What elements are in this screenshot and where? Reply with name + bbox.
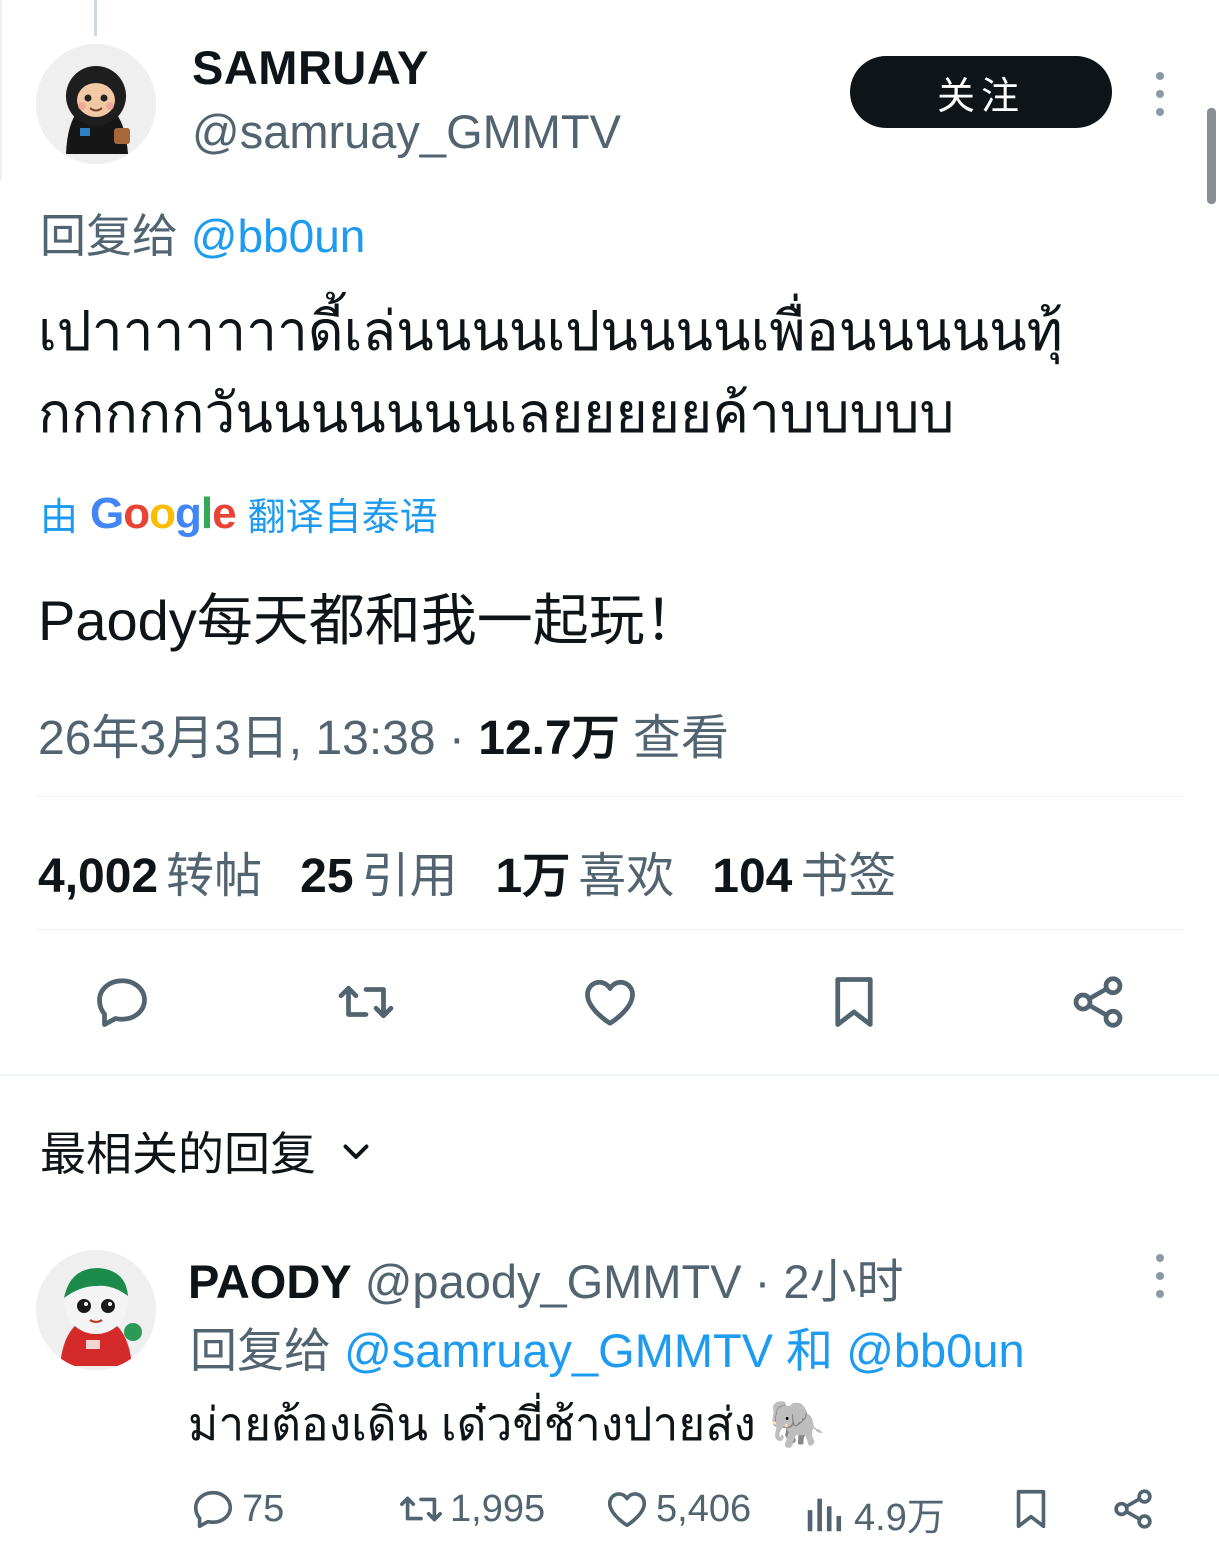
views-count: 12.7万 <box>478 712 620 765</box>
retweet-icon <box>400 1496 442 1522</box>
reply-author-avatar[interactable] <box>36 1250 156 1370</box>
translated-by-suffix: 翻译自泰语 <box>247 497 438 539</box>
tweet-text: เปาาาาาาาดี้เล่นนนนเปนนนนเพื่อนนนนนทุ้ ก… <box>38 290 1178 454</box>
google-logo: Google <box>90 488 237 538</box>
reply-to-mention[interactable]: @bb0un <box>191 210 366 262</box>
reply-retweets-count: 1,995 <box>450 1487 546 1530</box>
divider <box>36 796 1184 797</box>
reply-reply-button[interactable]: 75 <box>190 1486 284 1532</box>
reply-bookmark-button[interactable] <box>1008 1486 1054 1532</box>
translated-text: Paody每天都和我一起玩！ <box>38 589 701 652</box>
follow-button[interactable]: 关注 <box>850 56 1112 128</box>
retweets-stat[interactable]: 4,002 转帖 <box>38 836 262 906</box>
quotes-count: 25 <box>300 850 354 903</box>
reply-views-button[interactable]: 4.9万 <box>802 1486 945 1541</box>
reply-retweet-button[interactable]: 1,995 <box>398 1486 545 1532</box>
thread-connector-line <box>94 0 97 36</box>
reply-time[interactable]: · 2小时 <box>755 1255 904 1308</box>
quotes-stat[interactable]: 25 引用 <box>300 836 457 906</box>
like-icon[interactable] <box>580 972 640 1032</box>
reply-like-button[interactable]: 5,406 <box>604 1486 751 1532</box>
reply-replyto-line: 回复给 @samruay_GMMTV 和 @bb0un <box>190 1312 1025 1381</box>
scrollbar-thumb[interactable] <box>1207 108 1216 204</box>
engagement-stats: 4,002 转帖 25 引用 1万 喜欢 104 书签 <box>38 836 896 906</box>
reply-mention-1[interactable]: @samruay_GMMTV <box>344 1324 773 1377</box>
views-label: 查看 <box>633 712 730 765</box>
tweet-text-line1: เปาาาาาาาดี้เล่นนนนเปนนนนเพื่อนนนนนทุ้ <box>38 300 1063 362</box>
reply-header: PAODY @paody_GMMTV · 2小时 <box>188 1243 903 1312</box>
author-name[interactable]: SAMRUAY <box>192 40 429 95</box>
likes-count: 1万 <box>495 850 571 903</box>
retweet-icon[interactable] <box>336 972 396 1032</box>
likes-stat[interactable]: 1万 喜欢 <box>496 836 675 906</box>
like-icon <box>607 1492 647 1528</box>
bookmark-icon <box>1016 1489 1046 1529</box>
bookmark-icon[interactable] <box>824 972 884 1032</box>
reply-text: ม่ายต้องเดิน เด๋วขี่ช้างปายส่ง 🐘 <box>188 1398 826 1450</box>
translated-by-google[interactable]: 由 Google 翻译自泰语 <box>40 486 438 541</box>
reply-to-prefix: 回复给 <box>40 210 178 262</box>
reply-likes-count: 5,406 <box>656 1487 752 1530</box>
thread-left-rule <box>0 0 2 180</box>
likes-label: 喜欢 <box>578 850 675 903</box>
reply-icon <box>193 1490 233 1529</box>
bookmarks-stat[interactable]: 104 书签 <box>712 836 896 906</box>
section-separator <box>0 1074 1219 1076</box>
reply-author-handle[interactable]: @paody_GMMTV <box>365 1255 742 1308</box>
author-handle[interactable]: @samruay_GMMTV <box>192 104 621 159</box>
replies-sort-dropdown[interactable]: 最相关的回复 <box>40 1118 374 1184</box>
reply-share-button[interactable] <box>1110 1486 1156 1532</box>
reply-views-count: 4.9万 <box>854 1497 945 1539</box>
bookmarks-count: 104 <box>712 850 793 903</box>
quotes-label: 引用 <box>361 850 458 903</box>
replies-sort-label: 最相关的回复 <box>40 1128 316 1180</box>
reply-replyto-prefix: 回复给 <box>190 1324 331 1377</box>
reply-mention-and: 和 <box>786 1324 834 1377</box>
share-icon[interactable] <box>1068 972 1128 1032</box>
tweet-text-line2: กกกกกวันนนนนนนเลยยยยยค้าบบบบบ <box>38 382 955 444</box>
chevron-down-icon <box>343 1144 369 1159</box>
views-icon <box>807 1498 842 1531</box>
reply-icon[interactable] <box>92 972 152 1032</box>
bookmarks-label: 书签 <box>800 850 897 903</box>
divider <box>36 929 1184 930</box>
translated-by-prefix: 由 <box>40 497 79 539</box>
author-avatar[interactable] <box>36 44 156 164</box>
tweet-meta: 26年3月3日, 13:38 · 12.7万 查看 <box>38 712 730 765</box>
reply-author-name[interactable]: PAODY <box>188 1255 352 1308</box>
tweet-datetime[interactable]: 26年3月3日, 13:38 <box>38 712 436 765</box>
retweets-label: 转帖 <box>166 850 263 903</box>
more-icon[interactable] <box>1153 1254 1167 1298</box>
reply-replies-count: 75 <box>242 1487 285 1530</box>
more-icon[interactable] <box>1153 72 1167 116</box>
share-icon <box>1114 1489 1152 1529</box>
reply-mention-2[interactable]: @bb0un <box>846 1324 1024 1377</box>
retweets-count: 4,002 <box>38 850 159 903</box>
reply-to-line: 回复给 @bb0un <box>40 200 365 266</box>
